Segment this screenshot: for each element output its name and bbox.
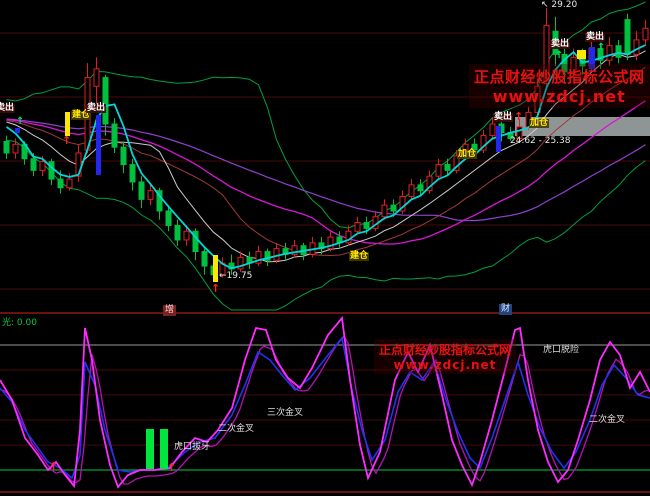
indicator-signal-text: 虎口脱险 (543, 346, 579, 355)
indicator-signal-text: 虎口拔牙 (174, 443, 210, 452)
sell-signal-tag: 卖出 (0, 104, 15, 113)
red-up-arrow-icon: ↑ (49, 461, 58, 472)
sell-signal-tag: 卖出 (86, 104, 106, 113)
red-up-arrow-icon: ↑ (62, 135, 71, 146)
signal-overlay: 卖出↑建仓↑卖出←19.75↑建仓加仓卖出↑加仓24.62 - 25.38↖ 2… (0, 0, 650, 496)
indicator-signal-text: 二次金叉 (589, 416, 625, 425)
position-signal-tag: 加仓 (529, 119, 549, 128)
red-up-arrow-icon: ↑ (167, 462, 176, 473)
red-up-arrow-icon: ↑ (211, 283, 220, 294)
green-up-arrow-icon: ↑ (16, 117, 24, 127)
stock-chart-window: 正点财经炒股指标公式网 www.zdcj.net 正点财经炒股指标公式网 www… (0, 0, 650, 496)
price-annotation: 24.62 - 25.38 (510, 137, 571, 146)
green-up-arrow-icon: ↑ (555, 51, 563, 61)
price-annotation: ←19.75 (219, 272, 252, 281)
sell-signal-tag: 卖出 (493, 113, 513, 122)
indicator-signal-text: 二次金叉 (218, 425, 254, 434)
position-signal-tag: 建仓 (349, 252, 369, 261)
indicator-signal-text: 三次金叉 (267, 409, 303, 418)
price-annotation: ↖ 29.20 (541, 1, 577, 10)
red-up-arrow-icon: ↑ (514, 111, 523, 122)
green-up-arrow-icon: ↑ (597, 43, 605, 53)
sell-signal-tag: 卖出 (550, 40, 570, 49)
position-signal-tag: 加仓 (457, 150, 477, 159)
sell-signal-tag: 卖出 (585, 33, 605, 42)
